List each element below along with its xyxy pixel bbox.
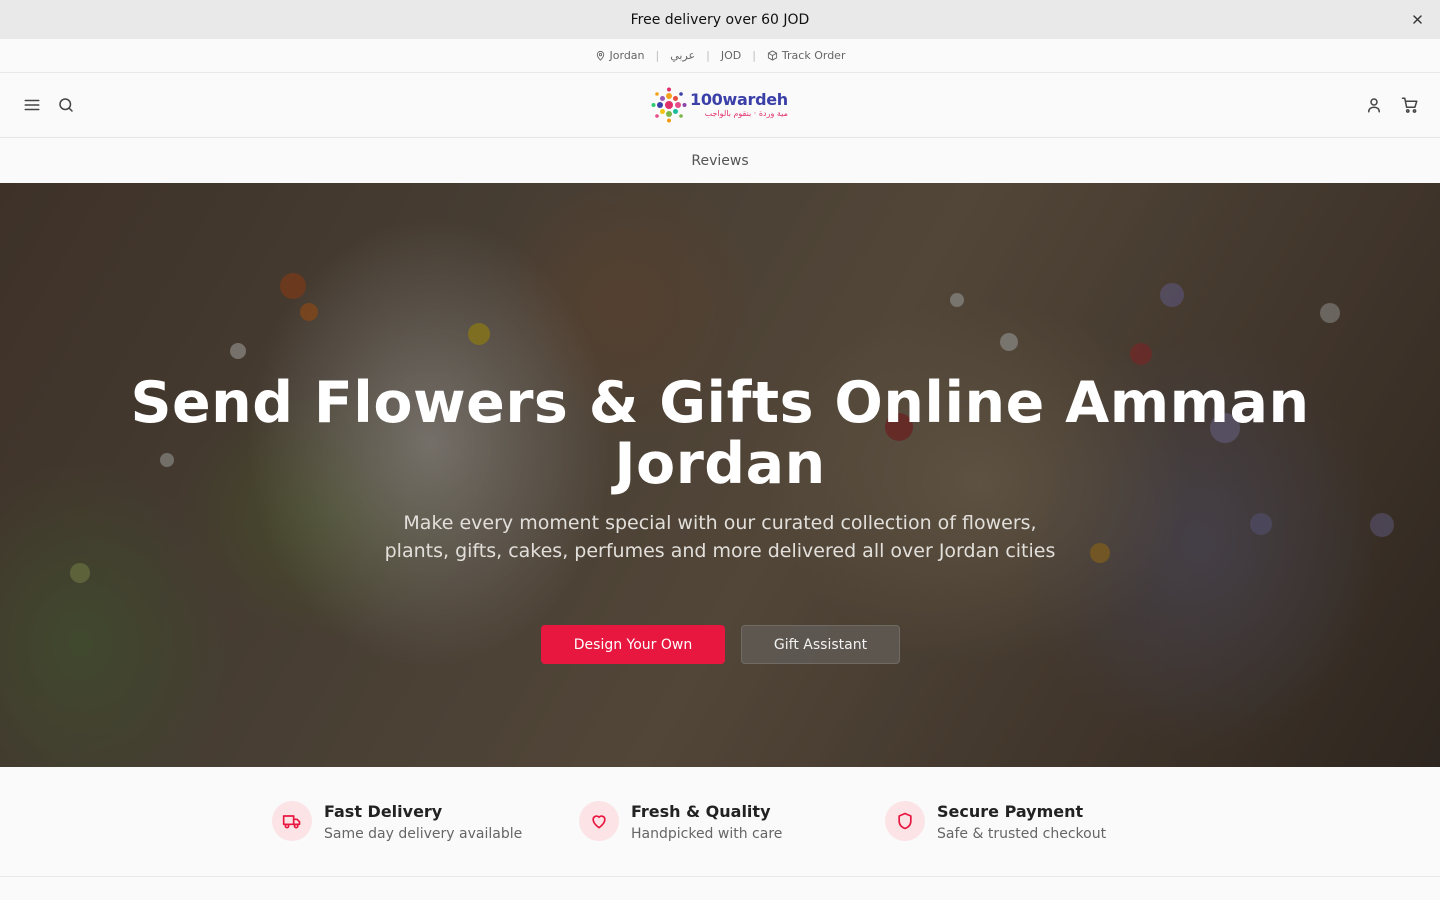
feature-description: Handpicked with care (631, 826, 783, 842)
main-nav: Reviews (0, 138, 1440, 183)
truck-icon (282, 815, 301, 829)
package-icon (767, 50, 778, 61)
currency-selector[interactable]: JOD (721, 49, 741, 62)
feature-description: Safe & trusted checkout (937, 826, 1107, 842)
close-icon[interactable] (1409, 11, 1426, 28)
menu-icon[interactable] (23, 96, 41, 114)
hero-banner: Send Flowers & Gifts Online Amman Jordan… (0, 183, 1440, 767)
feature-fast-delivery: Fast Delivery Same day delivery availabl… (272, 801, 522, 843)
feature-title: Fresh & Quality (631, 802, 771, 821)
search-icon[interactable] (57, 96, 75, 114)
hero-title-line2: Jordan (614, 431, 826, 497)
divider: | (655, 49, 660, 62)
utility-bar: Jordan | عربي | JOD | Track Order (0, 39, 1440, 73)
language-switch[interactable]: عربي (670, 49, 695, 62)
feature-icon-badge (272, 801, 312, 841)
shield-icon (898, 812, 912, 830)
track-order-link[interactable]: Track Order (767, 49, 846, 62)
hero-title-line1: Send Flowers & Gifts Online Amman (130, 370, 1310, 436)
divider: | (706, 49, 710, 62)
cart-icon[interactable] (1401, 96, 1419, 114)
promo-bar: Free delivery over 60 JOD (0, 0, 1440, 39)
feature-secure-payment: Secure Payment Safe & trusted checkout (885, 801, 1106, 843)
design-your-own-button[interactable]: Design Your Own (541, 625, 725, 664)
nav-link-reviews[interactable]: Reviews (691, 153, 748, 169)
location-pin-icon (596, 50, 604, 61)
user-icon[interactable] (1365, 96, 1383, 114)
divider: | (752, 49, 756, 62)
gift-assistant-button[interactable]: Gift Assistant (741, 625, 900, 664)
flower-mosaic-logo-icon (651, 87, 687, 123)
logo-wordmark: 100wardeh (690, 90, 788, 109)
feature-title: Fast Delivery (324, 802, 443, 821)
track-order-label: Track Order (781, 49, 846, 62)
heart-icon (592, 815, 606, 829)
logo[interactable]: 100wardeh مية وردة · بنقوم بالواجب (650, 85, 790, 125)
feature-icon-badge (579, 801, 619, 841)
feature-title: Secure Payment (937, 802, 1084, 821)
feature-description: Same day delivery available (324, 826, 523, 842)
logo-tagline: مية وردة · بنقوم بالواجب (704, 109, 788, 118)
feature-fresh-quality: Fresh & Quality Handpicked with care (579, 801, 782, 843)
hero-subtitle: Make every moment special with our curat… (384, 512, 1056, 562)
feature-icon-badge (885, 801, 925, 841)
features-strip: Fast Delivery Same day delivery availabl… (0, 767, 1440, 877)
country-label: Jordan (609, 49, 645, 62)
logo-text: 100wardeh مية وردة · بنقوم بالواجب (690, 92, 788, 118)
site-header: 100wardeh مية وردة · بنقوم بالواجب (0, 73, 1440, 138)
promo-text: Free delivery over 60 JOD (630, 11, 810, 28)
country-selector[interactable]: Jordan (595, 49, 645, 62)
hero-title: Send Flowers & Gifts Online Amman Jordan (60, 373, 1380, 495)
